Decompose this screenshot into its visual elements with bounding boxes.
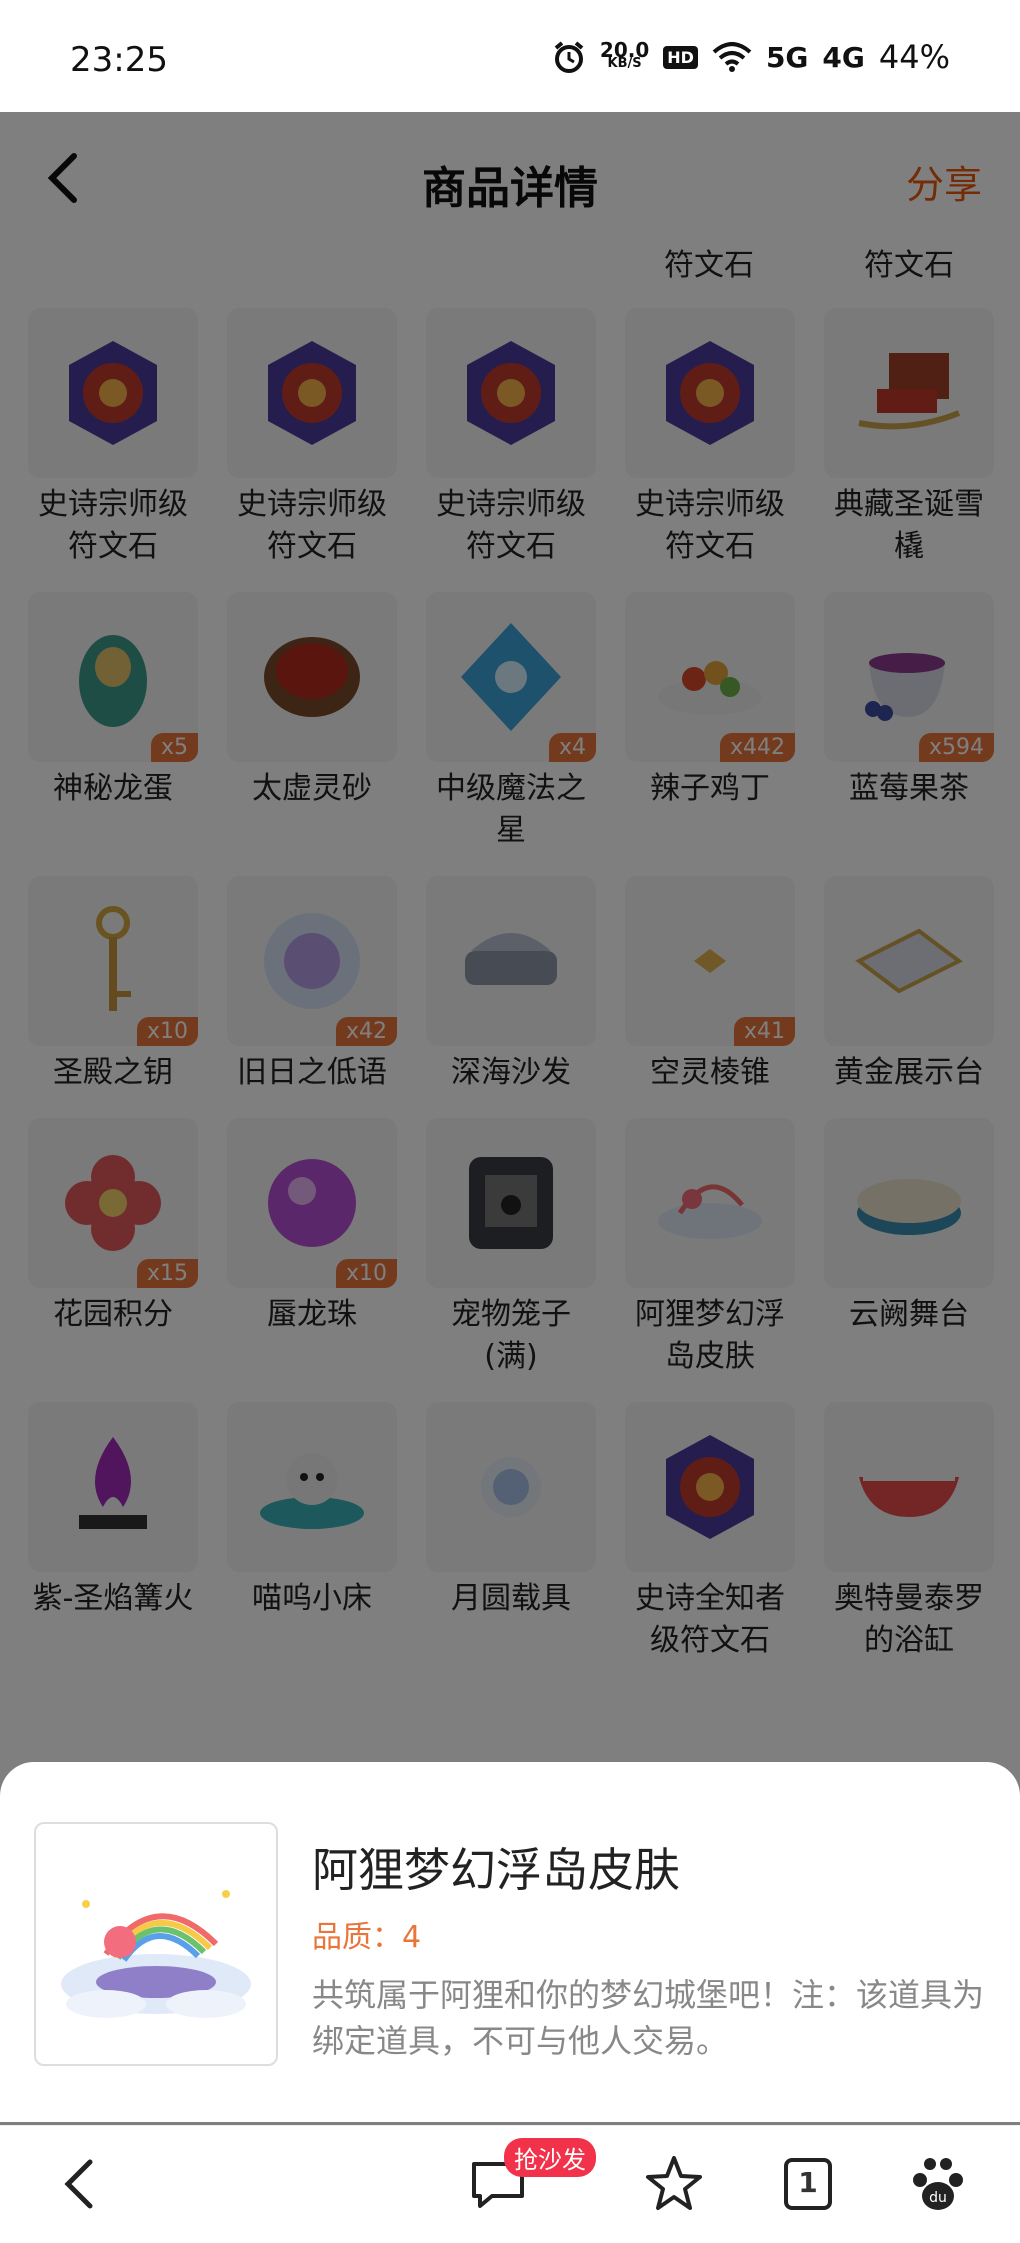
status-icons: 20.0 KB/S HD 5G 4G 44% bbox=[552, 38, 950, 76]
tabs-button[interactable]: 1 bbox=[776, 2152, 840, 2216]
star-icon[interactable] bbox=[642, 2152, 706, 2216]
status-bar: 23:25 20.0 KB/S HD 5G 4G 44% bbox=[0, 0, 1020, 112]
item-detail-sheet: 阿狸梦幻浮岛皮肤 品质：4 共筑属于阿狸和你的梦幻城堡吧！注：该道具为绑定道具，… bbox=[0, 1762, 1020, 2122]
battery-level: 44% bbox=[878, 38, 950, 76]
item-description: 共筑属于阿狸和你的梦幻城堡吧！注：该道具为绑定道具，不可与他人交易。 bbox=[312, 1976, 985, 2060]
hd-icon: HD bbox=[663, 45, 698, 69]
comment-badge: 抢沙发 bbox=[504, 2138, 596, 2177]
alarm-icon bbox=[554, 41, 584, 73]
net-speed-value: 20.0 bbox=[599, 38, 650, 62]
signal-4g-icon: 4G bbox=[822, 40, 865, 74]
baidu-paw-icon[interactable]: du bbox=[906, 2152, 970, 2216]
item-quality: 品质：4 bbox=[312, 1920, 422, 1955]
browser-toolbar: 抢沙发 1 du bbox=[0, 2125, 1020, 2243]
svg-text:du: du bbox=[929, 2190, 947, 2206]
wifi-icon bbox=[712, 42, 752, 72]
net-speed: 20.0 KB/S bbox=[599, 38, 650, 71]
back-icon[interactable] bbox=[50, 2152, 114, 2216]
item-image bbox=[34, 1822, 278, 2066]
tabs-count: 1 bbox=[798, 2166, 818, 2199]
item-name: 阿狸梦幻浮岛皮肤 bbox=[312, 1843, 680, 1897]
floating-island-icon bbox=[61, 1890, 251, 2018]
status-time: 23:25 bbox=[70, 40, 168, 80]
signal-5g-icon: 5G bbox=[765, 40, 809, 74]
